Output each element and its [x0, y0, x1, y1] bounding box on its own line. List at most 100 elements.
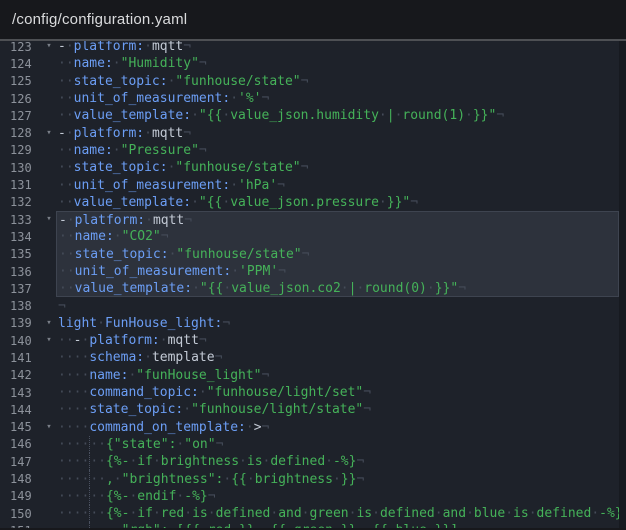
scrollbar-track[interactable]: [619, 41, 626, 528]
whitespace-dots: ····: [58, 368, 89, 383]
code-text[interactable]: ····state_topic:·"funhouse/light/state"¬: [56, 401, 619, 418]
code-token: name:: [74, 143, 113, 158]
code-text[interactable]: ··value_template:·"{{·value_json.co2·|·r…: [56, 280, 619, 297]
code-area[interactable]: 123▾-·platform:·mqtt¬124··name:·"Humidit…: [0, 41, 626, 528]
line-number: 140: [0, 334, 42, 348]
code-line[interactable]: 134··name:·"CO2"¬: [0, 228, 626, 245]
code-text[interactable]: ······{%-·if·brightness·is·defined·-%}¬: [56, 453, 619, 470]
code-line[interactable]: 124··name:·"Humidity"¬: [0, 55, 626, 72]
code-line[interactable]: 141····schema:·template¬: [0, 349, 626, 366]
code-token: value_template:: [74, 108, 191, 123]
code-text[interactable]: ··-·platform:·mqtt¬: [56, 332, 619, 349]
code-line[interactable]: 128▾-·platform:·mqtt¬: [0, 124, 626, 141]
whitespace-dots: ·: [192, 281, 200, 296]
code-token: name:: [89, 368, 128, 383]
code-token: brightness: [255, 472, 333, 487]
code-text[interactable]: ····command_on_template:·>¬: [56, 419, 619, 436]
code-text[interactable]: ··state_topic:·"funhouse/state"¬: [56, 246, 619, 263]
code-text[interactable]: ··unit_of_measurement:·'%'¬: [56, 90, 619, 107]
code-text[interactable]: ··value_template:·"{{·value_json.humidit…: [56, 107, 619, 124]
whitespace-dots: ·: [168, 74, 176, 89]
line-number: 135: [0, 247, 42, 261]
code-line[interactable]: 127··value_template:·"{{·value_json.humi…: [0, 107, 626, 124]
code-text[interactable]: -·platform:·mqtt¬: [56, 41, 619, 55]
code-text[interactable]: ······{"state":·"on"¬: [56, 436, 619, 453]
code-line[interactable]: 140▾··-·platform:·mqtt¬: [0, 332, 626, 349]
code-text[interactable]: ··unit_of_measurement:·'PPM'¬: [56, 263, 619, 280]
code-text[interactable]: ····command_topic:·"funhouse/light/set"¬: [56, 384, 619, 401]
code-line[interactable]: 130··state_topic:·"funhouse/state"¬: [0, 159, 626, 176]
fold-arrow-icon[interactable]: ▾: [42, 332, 56, 349]
line-number: 133: [0, 213, 42, 227]
code-line[interactable]: 139▾light·FunHouse_light:¬: [0, 315, 626, 332]
code-token: {{: [372, 523, 388, 528]
code-text[interactable]: ······{%-·if·red·is·defined·and·green·is…: [56, 505, 626, 522]
whitespace-dots: ·: [231, 264, 239, 279]
fold-arrow-icon[interactable]: ▾: [42, 315, 56, 332]
code-token: |: [387, 108, 395, 123]
code-token: state_topic:: [74, 74, 168, 89]
code-line[interactable]: 132··value_template:·"{{·value_json.pres…: [0, 194, 626, 211]
code-line[interactable]: 131··unit_of_measurement:·'hPa'¬: [0, 176, 626, 193]
code-line[interactable]: 137··value_template:·"{{·value_json.co2·…: [0, 280, 626, 297]
whitespace-dots: ·: [372, 506, 380, 521]
code-token: "Humidity": [121, 56, 199, 71]
code-text[interactable]: -·platform:·mqtt¬: [56, 124, 619, 141]
whitespace-dots: ·: [200, 523, 208, 528]
whitespace-dots: ··: [59, 229, 75, 244]
code-text[interactable]: ¬: [56, 297, 619, 314]
code-line[interactable]: 143····command_topic:·"funhouse/light/se…: [0, 384, 626, 401]
fold-arrow-icon[interactable]: ▾: [42, 419, 56, 436]
eol-marker: ¬: [262, 91, 270, 106]
code-line[interactable]: 147······{%-·if·brightness·is·defined·-%…: [0, 453, 626, 470]
code-line[interactable]: 144 ····state_topic:·"funhouse/light/stat…: [0, 401, 626, 418]
code-text[interactable]: ··value_template:·"{{·value_json.pressur…: [56, 194, 619, 211]
line-number: 144: [0, 403, 42, 417]
code-text[interactable]: ····name:·"funHouse_light"¬: [56, 367, 619, 384]
code-line[interactable]: 136··unit_of_measurement:·'PPM'¬: [0, 263, 626, 280]
code-text[interactable]: ······{%-·endif·-%}¬: [56, 488, 619, 505]
code-token: >: [254, 420, 262, 435]
whitespace-dots: ··: [58, 143, 74, 158]
code-text[interactable]: light·FunHouse_light:¬: [56, 315, 619, 332]
fold-arrow-icon[interactable]: ▾: [42, 125, 56, 142]
whitespace-dots: ·: [97, 316, 105, 331]
code-text[interactable]: ··name:·"CO2"¬: [56, 228, 619, 245]
code-line[interactable]: 145▾····command_on_template:·>¬: [0, 419, 626, 436]
yaml-editor[interactable]: 123▾-·platform:·mqtt¬124··name:·"Humidit…: [0, 41, 626, 528]
eol-marker: ¬: [262, 368, 270, 383]
code-line[interactable]: 135 ··state_topic:·"funhouse/state"¬: [0, 246, 626, 263]
code-text[interactable]: ··state_topic:·"funhouse/state"¬: [56, 73, 619, 90]
fold-arrow-icon[interactable]: ▾: [42, 211, 56, 228]
code-text[interactable]: ··state_topic:·"funhouse/state"¬: [56, 159, 619, 176]
code-line[interactable]: 138¬: [0, 297, 626, 314]
code-line[interactable]: 129··name:·"Pressure"¬: [0, 142, 626, 159]
line-number: 125: [0, 74, 42, 88]
code-line[interactable]: 146······{"state":·"on"¬: [0, 436, 626, 453]
code-line[interactable]: 125 ··state_topic:·"funhouse/state"¬: [0, 73, 626, 90]
whitespace-dots: ·: [270, 506, 278, 521]
fold-arrow-icon[interactable]: ▾: [42, 41, 56, 55]
code-text[interactable]: ··unit_of_measurement:·'hPa'¬: [56, 176, 619, 193]
code-token: round(1): [402, 108, 465, 123]
code-line[interactable]: 126··unit_of_measurement:·'%'¬: [0, 90, 626, 107]
code-token: red: [208, 523, 231, 528]
code-line[interactable]: 123▾-·platform:·mqtt¬: [0, 41, 626, 55]
code-line[interactable]: 150······{%-·if·red·is·defined·and·green…: [0, 505, 626, 522]
whitespace-dots: ·: [208, 506, 216, 521]
code-line[interactable]: 148······,·"brightness":·{{·brightness·}…: [0, 470, 626, 487]
code-text[interactable]: ······,·"rgb":·[{{·red·}},·{{·green·}},·…: [56, 522, 619, 528]
code-text[interactable]: -·platform:·mqtt¬: [56, 211, 619, 228]
code-text[interactable]: ··name:·"Humidity"¬: [56, 55, 619, 72]
code-line[interactable]: 133▾-·platform:·mqtt¬: [0, 211, 626, 228]
code-text[interactable]: ····schema:·template¬: [56, 349, 619, 366]
code-line[interactable]: 142····name:·"funHouse_light"¬: [0, 367, 626, 384]
code-token: -: [58, 126, 66, 141]
code-token: defined: [380, 506, 435, 521]
eol-marker: ¬: [208, 489, 216, 504]
code-token: -: [74, 333, 82, 348]
code-text[interactable]: ··name:·"Pressure"¬: [56, 142, 619, 159]
code-line[interactable]: 149······{%-·endif·-%}¬: [0, 488, 626, 505]
code-line[interactable]: 151······,·"rgb":·[{{·red·}},·{{·green·}…: [0, 522, 626, 528]
code-text[interactable]: ······,·"brightness":·{{·brightness·}}¬: [56, 470, 619, 487]
